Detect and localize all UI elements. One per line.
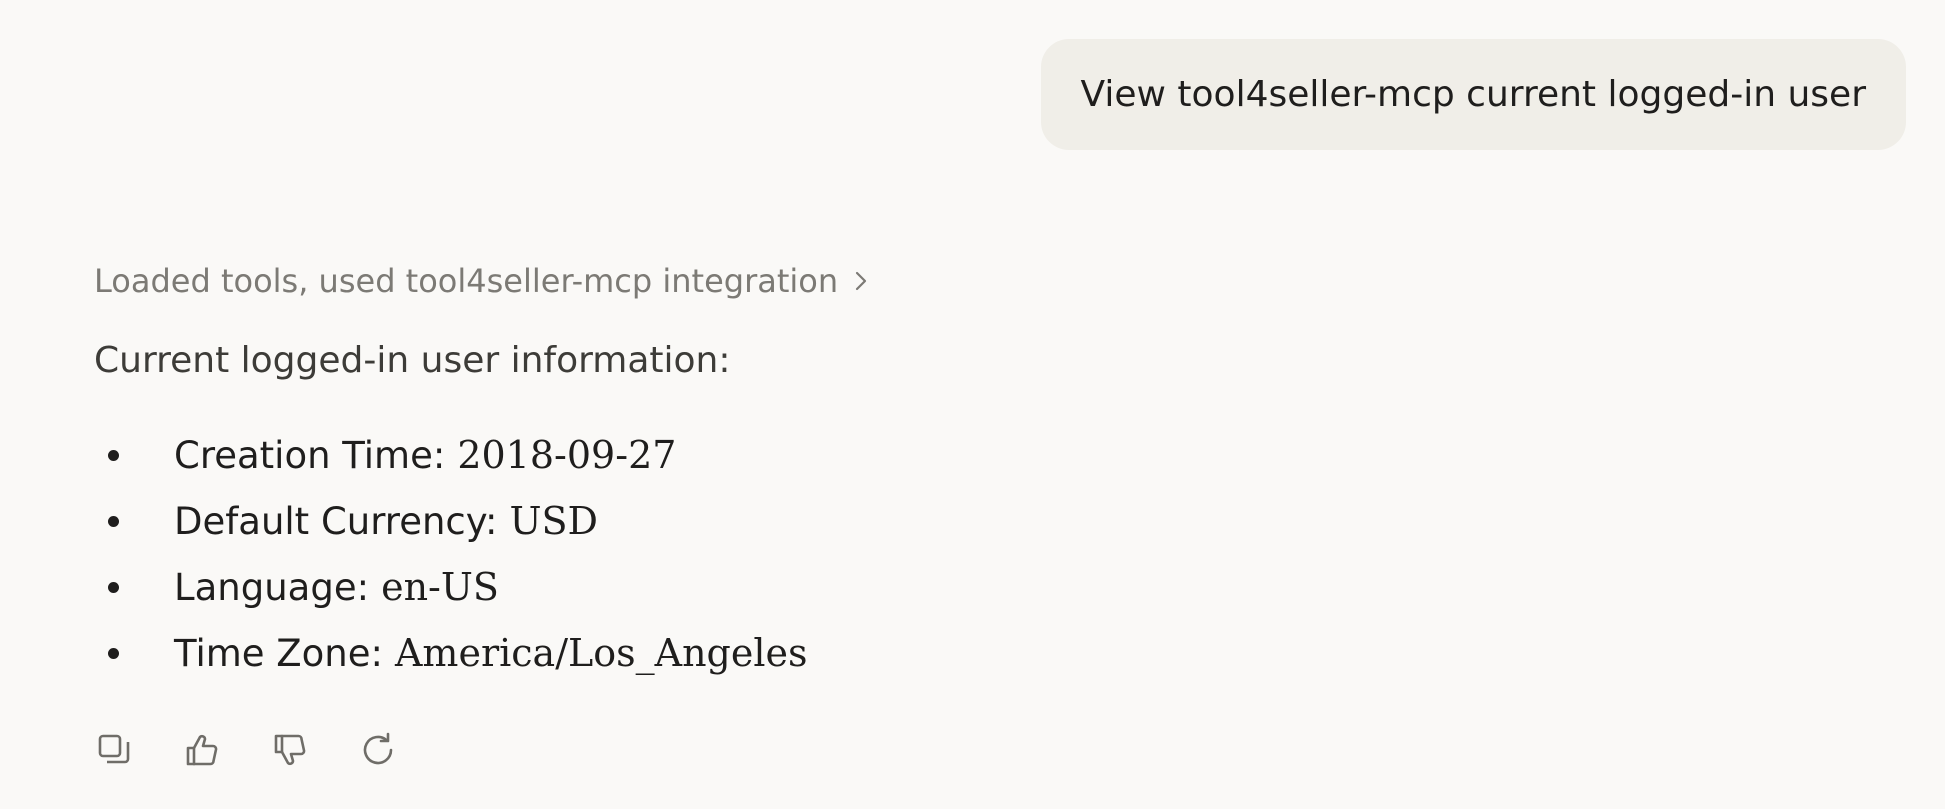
bullet (108, 648, 119, 659)
copy-icon (94, 730, 134, 770)
info-value: USD (509, 499, 598, 543)
info-value: America/Los_Angeles (394, 631, 808, 675)
list-item: Creation Time: 2018-09-27 (94, 422, 808, 488)
user-message-text: View tool4seller-mcp current logged-in u… (1080, 74, 1866, 115)
tool-usage-summary-text: Loaded tools, used tool4seller-mcp integ… (94, 262, 839, 300)
info-label: Default Currency: (174, 499, 498, 543)
list-item: Time Zone: America/Los_Angeles (94, 620, 808, 686)
thumbs-up-icon (182, 730, 222, 770)
list-item: Default Currency: USD (94, 488, 808, 554)
list-item: Language: en-US (94, 554, 808, 620)
thumbs-down-icon (270, 730, 310, 770)
bullet (108, 516, 119, 527)
response-intro: Current logged-in user information: (94, 340, 731, 381)
chevron-right-icon (854, 270, 868, 292)
retry-button[interactable] (354, 726, 402, 774)
copy-button[interactable] (90, 726, 138, 774)
info-label: Creation Time: (174, 433, 446, 477)
info-value: en-US (381, 565, 499, 609)
info-label: Language: (174, 565, 370, 609)
bullet (108, 450, 119, 461)
info-value: 2018-09-27 (457, 433, 677, 477)
thumbs-down-button[interactable] (266, 726, 314, 774)
bullet (108, 582, 119, 593)
info-label: Time Zone: (174, 631, 383, 675)
thumbs-up-button[interactable] (178, 726, 226, 774)
user-message-bubble: View tool4seller-mcp current logged-in u… (1040, 39, 1906, 150)
retry-icon (358, 730, 398, 770)
message-actions (90, 726, 402, 774)
tool-usage-summary[interactable]: Loaded tools, used tool4seller-mcp integ… (94, 258, 868, 304)
user-info-list: Creation Time: 2018-09-27 Default Curren… (94, 422, 808, 686)
